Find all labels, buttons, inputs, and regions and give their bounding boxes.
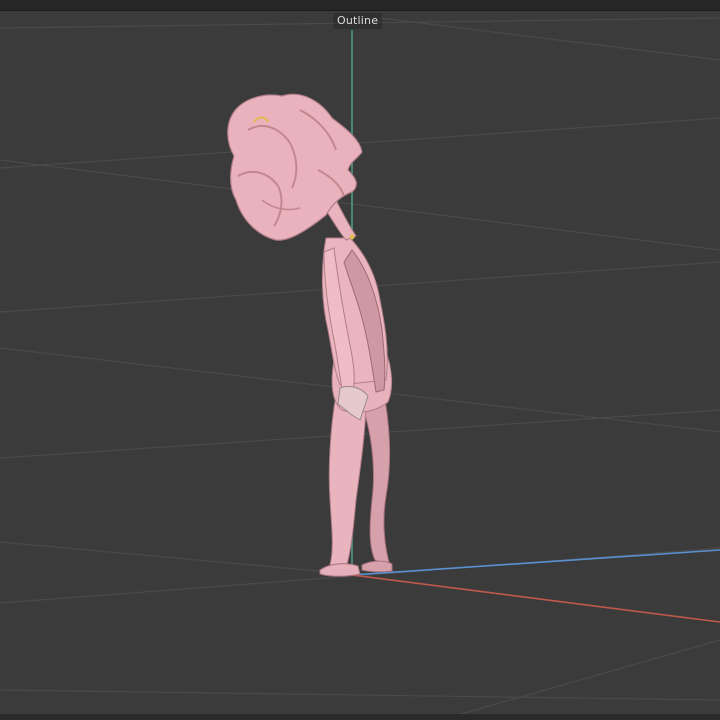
- 3d-viewport[interactable]: Outline: [0, 0, 720, 720]
- object-origin[interactable]: [349, 234, 355, 240]
- viewport-footer: [0, 714, 720, 720]
- x-axis-line: [351, 574, 720, 623]
- viewport-scene[interactable]: [0, 0, 720, 720]
- y-axis-line: [351, 549, 720, 576]
- character-model[interactable]: [227, 93, 393, 577]
- object-name-label: Outline: [333, 13, 383, 29]
